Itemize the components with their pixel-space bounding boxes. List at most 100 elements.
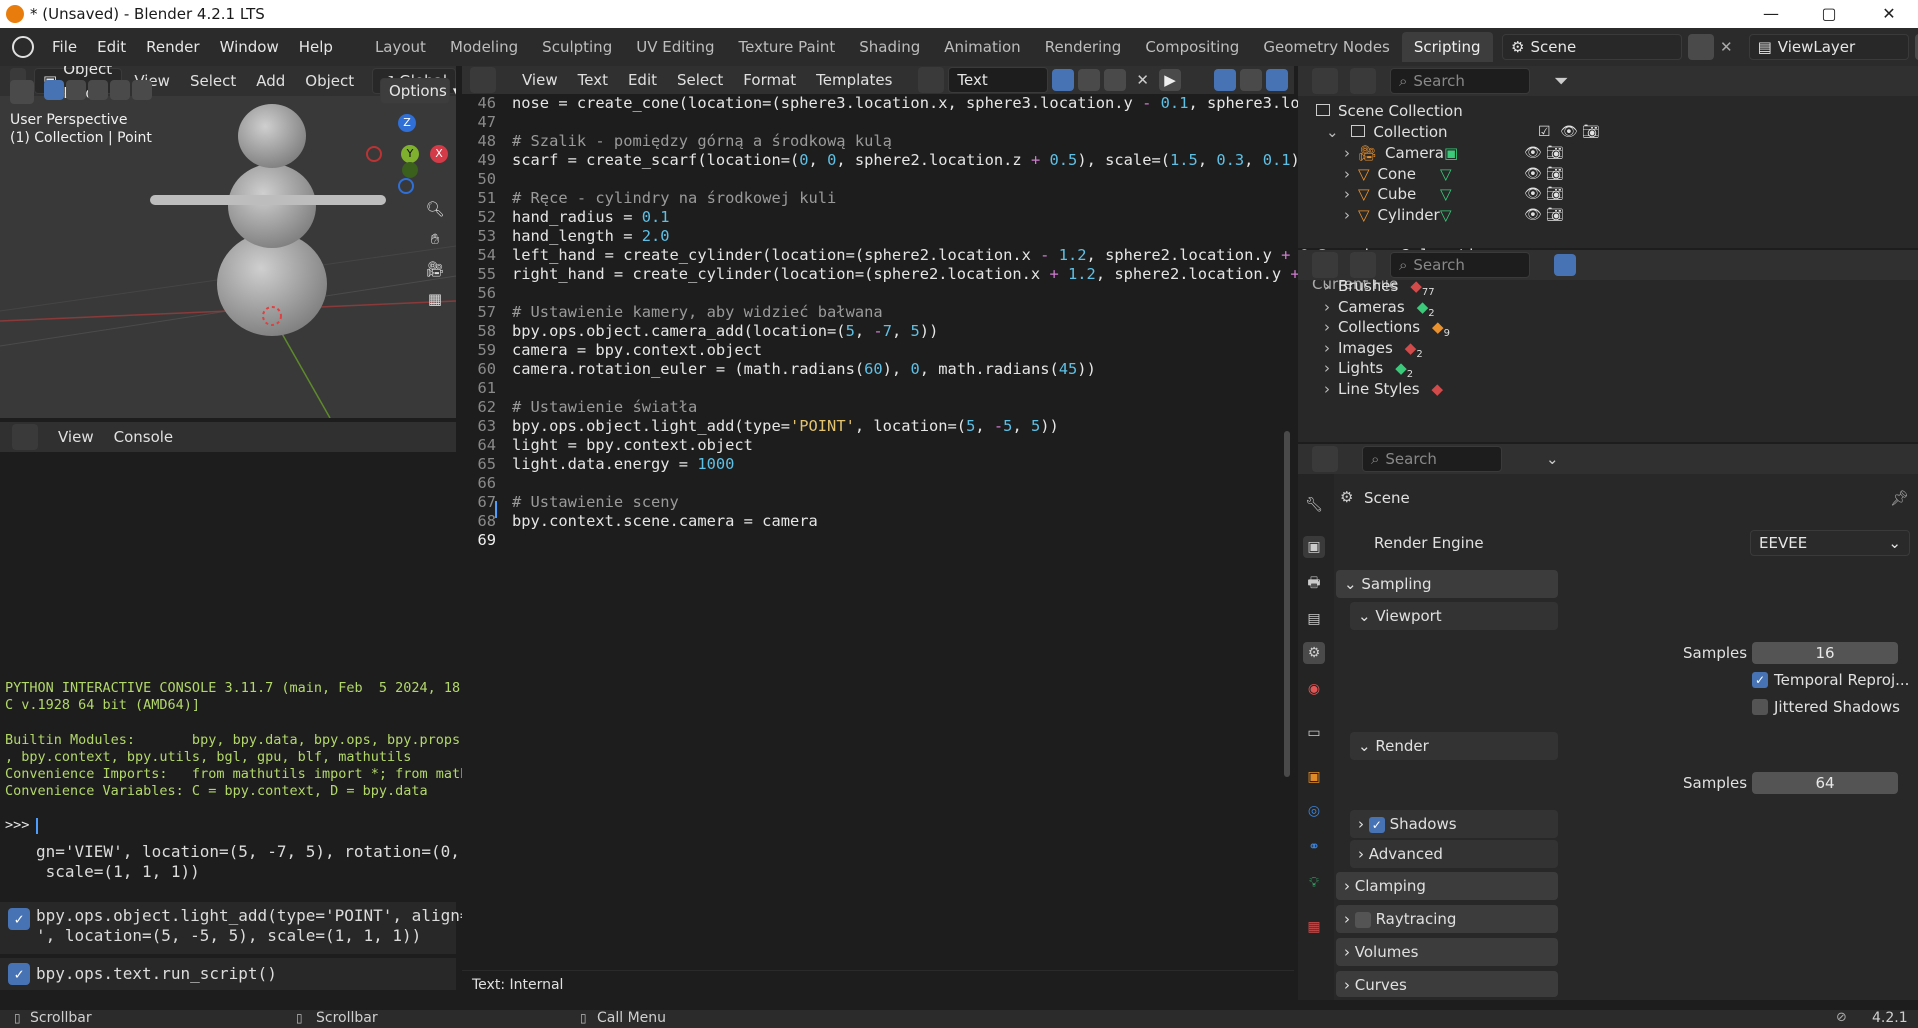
code-line[interactable]: 53 hand_length = 2.0 <box>462 227 1294 246</box>
op-report-light-add[interactable]: ✓ bpy.ops.object.light_add(type='POINT',… <box>0 902 527 954</box>
minimize-button[interactable]: — <box>1748 0 1794 28</box>
chevron-right-icon[interactable]: › <box>1324 380 1330 398</box>
select-intersect-icon[interactable] <box>132 80 152 100</box>
outliner-editor-type-icon[interactable] <box>1312 68 1338 94</box>
menu-help[interactable]: Help <box>289 38 343 56</box>
editor-menu-format[interactable]: Format <box>735 67 804 93</box>
open-text-icon[interactable] <box>1104 69 1127 91</box>
select-invert-icon[interactable] <box>110 80 130 100</box>
zoom-icon[interactable]: 🔍︎ <box>424 200 446 222</box>
chevron-right-icon[interactable]: › <box>1324 359 1330 377</box>
code-line[interactable]: 66 <box>462 474 1294 493</box>
world-tab-icon[interactable]: ◉ <box>1303 678 1325 700</box>
tab-compositing[interactable]: Compositing <box>1133 32 1251 62</box>
tab-layout[interactable]: Layout <box>363 32 438 62</box>
remove-scene-icon[interactable]: ✕ <box>1720 38 1733 56</box>
gizmo-y-axis[interactable]: Y <box>401 145 419 163</box>
tab-modeling[interactable]: Modeling <box>438 32 530 62</box>
mesh-data-icon[interactable]: ▽ <box>1440 203 1452 228</box>
sampling-panel-header[interactable]: ⌄ Sampling <box>1336 570 1558 598</box>
menu-render[interactable]: Render <box>136 38 209 56</box>
jittered-shadows-checkbox[interactable] <box>1752 699 1768 715</box>
run-script-icon[interactable]: ▶ <box>1159 69 1181 91</box>
shadows-checkbox[interactable]: ✓ <box>1368 816 1385 833</box>
code-line[interactable]: 69 <box>462 531 1294 550</box>
render-subpanel-header[interactable]: ⌄ Render <box>1350 732 1558 760</box>
select-extend-icon[interactable] <box>66 80 86 100</box>
collection-tab-icon[interactable]: ▭ <box>1303 722 1325 744</box>
close-window-button[interactable]: ✕ <box>1866 0 1912 28</box>
fake-user-shield-icon[interactable] <box>1052 69 1075 91</box>
chevron-right-icon[interactable]: › <box>1344 165 1350 183</box>
code-line[interactable]: 67 # Ustawienie sceny <box>462 493 1294 512</box>
chevron-down-icon[interactable]: ⌄ <box>1546 450 1559 468</box>
editor-menu-select[interactable]: Select <box>669 67 731 93</box>
raytracing-panel-header[interactable]: › Raytracing <box>1336 905 1558 933</box>
light-data-tab-icon[interactable]: 💡︎ <box>1303 872 1325 894</box>
select-new-icon[interactable] <box>44 80 64 100</box>
volumes-panel-header[interactable]: › Volumes <box>1336 938 1558 966</box>
editor-scrollbar[interactable] <box>1284 431 1290 777</box>
pin-icon[interactable]: 📌︎ <box>1890 489 1909 507</box>
chevron-right-icon[interactable]: › <box>1324 277 1330 295</box>
menu-file[interactable]: File <box>42 38 87 56</box>
render-camera-icon[interactable]: 📷︎ <box>1546 203 1564 228</box>
code-line[interactable]: 52 hand_radius = 0.1 <box>462 208 1294 227</box>
properties-editor-type-icon[interactable] <box>1312 446 1338 472</box>
code-line[interactable]: 63 bpy.ops.object.light_add(type='POINT',… <box>462 417 1294 436</box>
console-menu-console[interactable]: Console <box>106 424 182 450</box>
tool-tab-icon[interactable]: 🔧︎ <box>1303 494 1325 516</box>
curves-panel-header[interactable]: › Curves <box>1336 971 1558 997</box>
text-editor-type-icon[interactable] <box>470 67 496 93</box>
code-line[interactable]: 46 nose = create_cone(location=(sphere3.l… <box>462 94 1503 113</box>
view-layer-tab-icon[interactable]: ▤ <box>1303 608 1325 630</box>
render-tab-icon[interactable]: ▣ <box>1303 536 1325 558</box>
scene-selector[interactable]: ⚙ Scene <box>1502 34 1682 60</box>
new-view-layer-icon[interactable] <box>1914 34 1918 60</box>
editor-menu-edit[interactable]: Edit <box>620 67 665 93</box>
duplicate-text-icon[interactable] <box>1078 69 1101 91</box>
code-line[interactable]: 54 left_hand = create_cylinder(location=(… <box>462 246 1503 265</box>
blender-menu-icon[interactable] <box>12 36 34 58</box>
texture-tab-icon[interactable]: ▦ <box>1303 916 1325 938</box>
syntax-highlight-toggle-icon[interactable] <box>1266 69 1288 91</box>
select-subtract-icon[interactable] <box>88 80 108 100</box>
editor-menu-text[interactable]: Text <box>570 67 616 93</box>
gizmo-neg-y[interactable] <box>402 162 418 178</box>
menu-edit[interactable]: Edit <box>87 38 136 56</box>
code-line[interactable]: 57 # Ustawienie kamery, aby widzieć bałwa… <box>462 303 1294 322</box>
word-wrap-toggle-icon[interactable] <box>1240 69 1262 91</box>
code-area[interactable]: 46 nose = create_cone(location=(sphere3.l… <box>462 94 1503 550</box>
viewport-menu-object[interactable]: Object <box>297 68 362 94</box>
render-engine-dropdown[interactable]: EEVEE ⌄ <box>1750 530 1910 556</box>
options-button[interactable]: Options▾ <box>380 78 456 104</box>
object-tab-icon[interactable]: ▣ <box>1303 766 1325 788</box>
properties-search[interactable]: ⌕ Search <box>1362 446 1502 472</box>
python-console[interactable]: View Console PYTHON INTERACTIVE CONSOLE … <box>0 418 550 1000</box>
output-tab-icon[interactable]: 🖶︎ <box>1303 572 1325 594</box>
physics-tab-icon[interactable]: ◎ <box>1303 800 1325 822</box>
code-line[interactable]: 65 light.data.energy = 1000 <box>462 455 1294 474</box>
blendfile-item-line-styles[interactable]: › Line Styles ◆ <box>1324 377 1624 402</box>
tab-geometry-nodes[interactable]: Geometry Nodes <box>1251 32 1402 62</box>
pan-hand-icon[interactable]: ✋︎ <box>424 230 446 252</box>
code-line[interactable]: 50 <box>462 170 1294 189</box>
code-line[interactable]: 64 light = bpy.context.object <box>462 436 1294 455</box>
raytracing-checkbox[interactable] <box>1354 911 1371 928</box>
tab-scripting[interactable]: Scripting <box>1401 32 1493 62</box>
code-line[interactable]: 60 camera.rotation_euler = (math.radians(… <box>462 360 1294 379</box>
code-line[interactable]: 47 <box>462 113 1294 132</box>
visibility-eye-icon[interactable]: 👁︎ <box>1524 203 1542 228</box>
chevron-right-icon[interactable]: › <box>1344 185 1350 203</box>
scene-tab-icon[interactable]: ⚙ <box>1303 642 1325 664</box>
code-line[interactable]: 62 # Ustawienie światła <box>462 398 1294 417</box>
line-numbers-toggle-icon[interactable] <box>1214 69 1236 91</box>
text-browse-icon[interactable] <box>918 67 945 93</box>
code-line[interactable]: 68 bpy.context.scene.camera = camera <box>462 512 1294 531</box>
tab-texture-paint[interactable]: Texture Paint <box>726 32 847 62</box>
constraints-tab-icon[interactable]: ⚭ <box>1303 836 1325 858</box>
display-mode-icon[interactable] <box>1350 68 1376 94</box>
editor-menu-view[interactable]: View <box>514 67 566 93</box>
text-editor[interactable]: View Text Edit Select Format Templates T… <box>462 66 1504 1000</box>
console-menu-view[interactable]: View <box>50 424 102 450</box>
